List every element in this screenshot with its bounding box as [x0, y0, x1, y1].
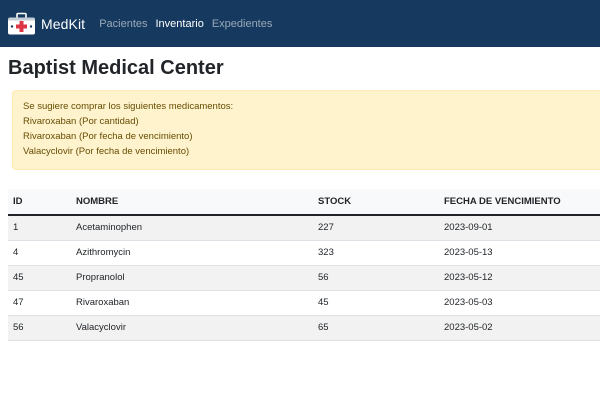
cell-nombre: Rivaroxaban: [71, 290, 313, 316]
table-row[interactable]: 56 Valacyclovir 65 2023-05-02: [8, 315, 600, 341]
nav-link-inventario[interactable]: Inventario: [156, 18, 204, 30]
cell-id: 47: [8, 290, 71, 316]
column-header-nombre: NOMBRE: [71, 189, 313, 216]
cell-fecha: 2023-09-01: [439, 215, 600, 241]
column-header-id: ID: [8, 189, 71, 216]
alert-item: Rivaroxaban (Por fecha de vencimiento): [23, 131, 193, 142]
alert-heading: Se sugiere comprar los siguientes medica…: [23, 101, 234, 112]
nav-link-pacientes[interactable]: Pacientes: [99, 18, 147, 30]
cell-stock: 65: [313, 315, 439, 341]
table-row[interactable]: 1 Acetaminophen 227 2023-09-01: [8, 215, 600, 241]
cell-nombre: Propranolol: [71, 265, 313, 291]
column-header-stock: STOCK: [313, 189, 439, 216]
medical-kit-icon: [8, 12, 35, 34]
cell-id: 1: [8, 215, 71, 241]
cell-stock: 323: [313, 240, 439, 266]
cell-id: 4: [8, 240, 71, 266]
brand[interactable]: MedKit: [7, 12, 85, 36]
cell-nombre: Acetaminophen: [71, 215, 313, 241]
alert-item: Valacyclovir (Por fecha de vencimiento): [23, 146, 190, 157]
page-title: Baptist Medical Center: [8, 57, 224, 79]
cell-stock: 45: [313, 290, 439, 316]
cell-id: 45: [8, 265, 71, 291]
purchase-suggestion-alert: Se sugiere comprar los siguientes medica…: [12, 90, 600, 170]
brand-name: MedKit: [41, 15, 86, 32]
cell-stock: 56: [313, 265, 439, 291]
navbar: MedKit Pacientes Inventario Expedientes: [0, 0, 600, 47]
table-header-row: ID NOMBRE STOCK FECHA DE VENCIMIENTO: [8, 189, 600, 216]
table-row[interactable]: 45 Propranolol 56 2023-05-12: [8, 265, 600, 291]
column-header-fecha: FECHA DE VENCIMIENTO: [439, 189, 600, 216]
cell-fecha: 2023-05-02: [439, 315, 600, 341]
cell-fecha: 2023-05-13: [439, 240, 600, 266]
inventory-table-container: ID NOMBRE STOCK FECHA DE VENCIMIENTO 1 A…: [8, 189, 600, 341]
cell-id: 56: [8, 315, 71, 341]
alert-item: Rivaroxaban (Por cantidad): [23, 116, 139, 127]
table-row[interactable]: 47 Rivaroxaban 45 2023-05-03: [8, 290, 600, 316]
cell-nombre: Azithromycin: [71, 240, 313, 266]
nav-link-expedientes[interactable]: Expedientes: [212, 18, 273, 30]
nav-links: Pacientes Inventario Expedientes: [99, 18, 280, 30]
table-row[interactable]: 4 Azithromycin 323 2023-05-13: [8, 240, 600, 266]
cell-fecha: 2023-05-12: [439, 265, 600, 291]
inventory-table: ID NOMBRE STOCK FECHA DE VENCIMIENTO 1 A…: [8, 189, 600, 341]
cell-nombre: Valacyclovir: [71, 315, 313, 341]
cell-fecha: 2023-05-03: [439, 290, 600, 316]
cell-stock: 227: [313, 215, 439, 241]
